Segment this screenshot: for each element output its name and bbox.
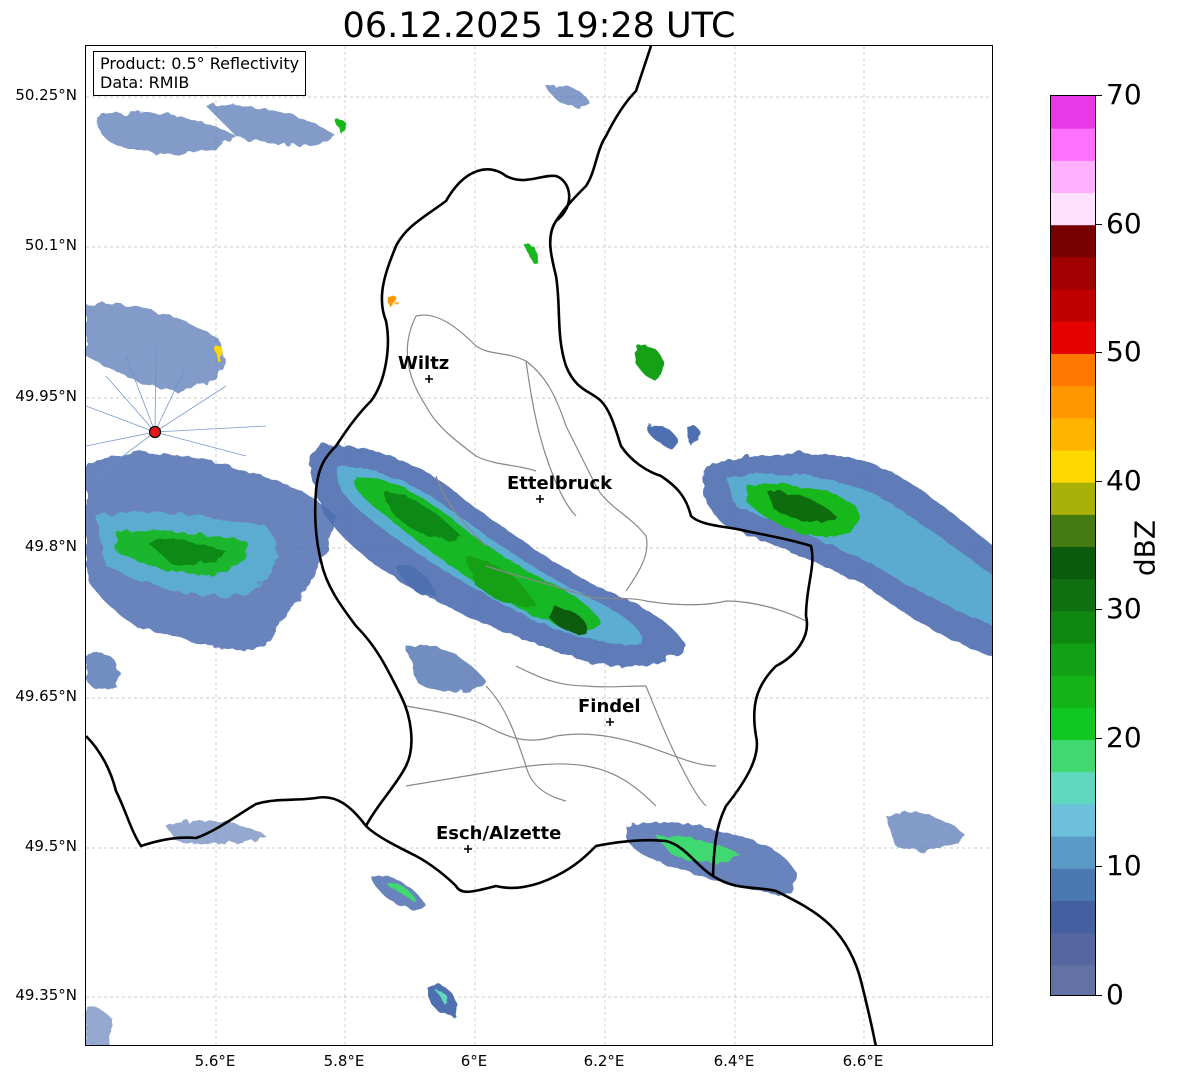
colorbar-swatch xyxy=(1051,643,1095,676)
product-label: Product: 0.5° Reflectivity xyxy=(100,54,300,73)
colorbar-tick-label: 40 xyxy=(1106,463,1142,497)
lat-label: 49.35°N xyxy=(15,986,77,1004)
colorbar-swatch xyxy=(1051,128,1095,161)
colorbar-swatch xyxy=(1051,675,1095,708)
lon-label: 6.4°E xyxy=(713,1052,755,1070)
colorbar-swatch xyxy=(1051,932,1095,966)
colorbar-tick-label: 70 xyxy=(1106,78,1142,111)
colorbar-swatch xyxy=(1051,160,1095,194)
colorbar-swatch xyxy=(1051,739,1095,773)
colorbar-swatch xyxy=(1051,610,1095,644)
lat-label: 49.95°N xyxy=(15,387,77,405)
colorbar-tick-mark xyxy=(1096,995,1102,996)
colorbar-swatch xyxy=(1051,96,1095,129)
colorbar-swatch xyxy=(1051,353,1095,387)
colorbar-tick-mark xyxy=(1096,223,1102,225)
colorbar-tick-label: 50 xyxy=(1106,335,1142,369)
lon-label: 5.8°E xyxy=(323,1052,365,1070)
colorbar-tick-label: 60 xyxy=(1106,206,1142,240)
data-source-label: Data: RMIB xyxy=(100,73,190,92)
colorbar-swatch xyxy=(1051,482,1095,515)
colorbar-tick-label: 10 xyxy=(1106,849,1142,883)
city-label-esch: Esch/Alzette xyxy=(436,823,561,844)
colorbar-swatches xyxy=(1051,96,1095,995)
colorbar-unit-label: dBZ xyxy=(1128,519,1162,577)
precip-echoes xyxy=(86,84,992,1045)
colorbar-swatch xyxy=(1051,192,1095,226)
colorbar-tick-mark xyxy=(1096,609,1102,611)
colorbar xyxy=(1050,95,1096,996)
city-label-ettelbruck: Ettelbruck xyxy=(507,473,613,494)
colorbar-swatch xyxy=(1051,771,1095,805)
border-germany-south xyxy=(712,874,877,1045)
colorbar-tick-mark xyxy=(1096,95,1102,96)
colorbar-swatch xyxy=(1051,546,1095,580)
radar-site-marker xyxy=(148,425,162,439)
colorbar-tick-label: 20 xyxy=(1106,720,1142,754)
colorbar-swatch xyxy=(1051,964,1095,995)
lat-label: 49.5°N xyxy=(24,837,77,855)
lat-label: 50.1°N xyxy=(24,236,77,254)
product-info-box: Product: 0.5° Reflectivity Data: RMIB xyxy=(93,51,307,96)
city-label-findel: Findel xyxy=(578,696,641,717)
colorbar-swatch xyxy=(1051,836,1095,869)
map-title: 06.12.2025 19:28 UTC xyxy=(342,6,736,46)
lat-label: 50.25°N xyxy=(15,86,77,104)
colorbar-swatch xyxy=(1051,321,1095,354)
colorbar-swatch xyxy=(1051,256,1095,290)
colorbar-swatch xyxy=(1051,289,1095,322)
echo-scattered-north xyxy=(96,112,236,154)
colorbar-tick-label: 30 xyxy=(1106,592,1142,626)
colorbar-swatch xyxy=(1051,224,1095,258)
colorbar-swatch xyxy=(1051,900,1095,934)
lon-label: 6.2°E xyxy=(583,1052,625,1070)
colorbar-swatch xyxy=(1051,514,1095,547)
colorbar-tick-mark xyxy=(1096,737,1102,739)
colorbar-swatch xyxy=(1051,868,1095,901)
colorbar-tick-mark xyxy=(1096,352,1102,354)
lon-label: 6.6°E xyxy=(842,1052,884,1070)
map-canvas: Wiltz Ettelbruck Findel Esch/Alzette xyxy=(86,46,992,1045)
colorbar-tick-mark xyxy=(1096,866,1102,868)
radar-map[interactable]: Wiltz Ettelbruck Findel Esch/Alzette xyxy=(85,45,993,1046)
lon-label: 5.6°E xyxy=(194,1052,236,1070)
city-label-wiltz: Wiltz xyxy=(398,353,449,374)
lat-label: 49.65°N xyxy=(15,687,77,705)
colorbar-tick-mark xyxy=(1096,480,1102,482)
lat-label: 49.8°N xyxy=(24,537,77,555)
colorbar-swatch xyxy=(1051,449,1095,483)
colorbar-swatch xyxy=(1051,385,1095,419)
colorbar-swatch xyxy=(1051,803,1095,837)
lon-label: 6°E xyxy=(460,1052,488,1070)
colorbar-swatch xyxy=(1051,417,1095,451)
colorbar-swatch xyxy=(1051,578,1095,612)
colorbar-tick-label: 0 xyxy=(1106,978,1124,1011)
colorbar-swatch xyxy=(1051,707,1095,741)
